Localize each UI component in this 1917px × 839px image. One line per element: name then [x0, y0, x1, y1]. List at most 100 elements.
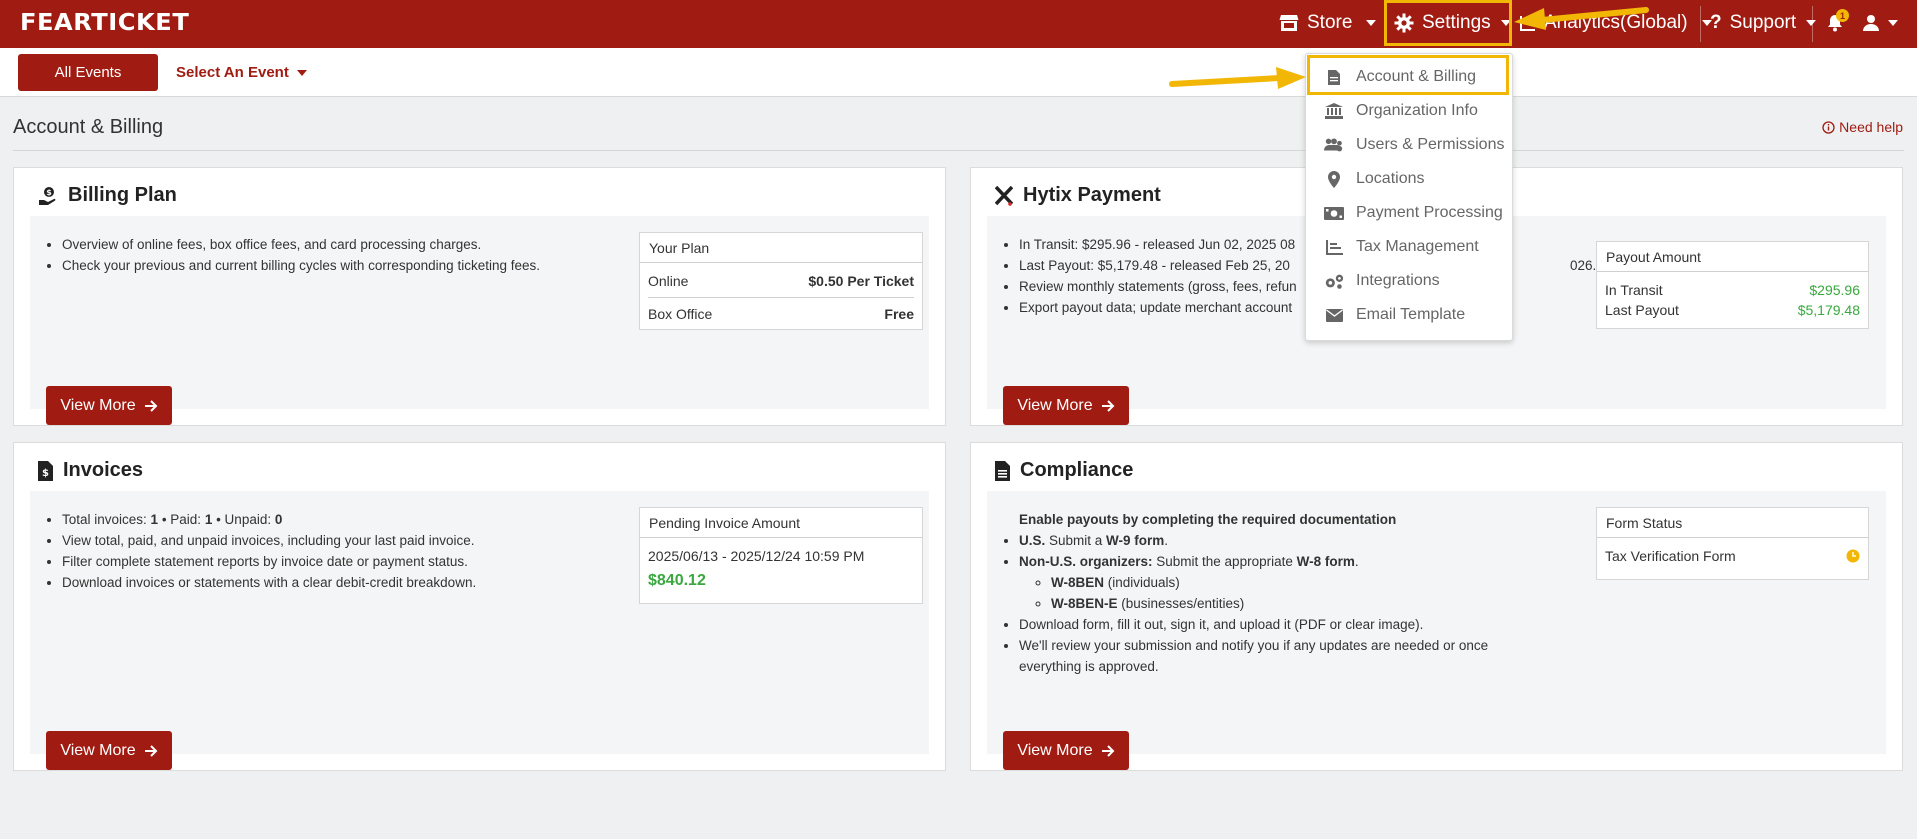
need-help-label: Need help: [1839, 119, 1903, 135]
text: W-8 form: [1296, 554, 1355, 569]
invoices-header: $ Invoices: [38, 459, 143, 482]
list-item: W-8BEN (individuals): [1051, 572, 1523, 593]
arrow-right-icon: [144, 399, 158, 412]
payout-amount-title: Payout Amount: [1597, 242, 1868, 272]
unpaid-count: 0: [274, 512, 283, 527]
box-office-value: Free: [884, 306, 914, 322]
text: U.S.: [1019, 533, 1046, 548]
hytix-view-more-button[interactable]: View More: [1003, 386, 1129, 425]
select-event-dropdown[interactable]: Select An Event: [176, 54, 307, 91]
select-event-label: Select An Event: [176, 64, 289, 81]
list-item: W-8BEN-E (businesses/entities): [1051, 593, 1523, 614]
list-item: Filter complete statement reports by inv…: [62, 551, 476, 572]
text: Submit the appropriate: [1152, 554, 1297, 569]
hytix-payment-header: Hytix Payment: [995, 184, 1161, 207]
invoice-date-range: 2025/06/13 - 2025/12/24 10:59 PM: [648, 548, 865, 564]
clock-icon: [1846, 549, 1860, 563]
row-divider: [648, 297, 914, 298]
need-help-link[interactable]: Need help: [1822, 119, 1903, 135]
store-label: Store: [1307, 12, 1353, 33]
title-divider: [13, 150, 1904, 151]
page-title: Account & Billing: [13, 116, 164, 138]
invoices-bullets: Total invoices: 1 • Paid: 1 • Unpaid: 0 …: [46, 509, 476, 593]
menu-item-tax-management[interactable]: Tax Management: [1324, 235, 1479, 259]
nav-divider: [1700, 6, 1701, 42]
compliance-body: Enable payouts by completing the require…: [987, 491, 1886, 770]
text: Submit a: [1045, 533, 1107, 548]
compliance-bullets: Enable payouts by completing the require…: [1003, 509, 1523, 677]
hytix-logo-icon: [995, 185, 1013, 206]
compliance-title: Compliance: [1020, 459, 1134, 481]
text: Enable payouts by completing the require…: [1019, 512, 1397, 527]
chevron-down-icon: [1366, 20, 1377, 26]
list-item: In Transit: $295.96 - released Jun 02, 2…: [1019, 234, 1297, 255]
list-item-tail: 026.: [1570, 258, 1597, 273]
svg-text:$: $: [46, 188, 52, 197]
text: W-8BEN: [1051, 575, 1104, 590]
menu-item-locations[interactable]: Locations: [1324, 167, 1425, 191]
support-menu[interactable]: ? Support: [1710, 0, 1817, 46]
payout-row-last-payout: Last Payout $5,179.48: [1597, 298, 1868, 318]
list-item: Total invoices: 1 • Paid: 1 • Unpaid: 0: [62, 509, 476, 530]
menu-item-users-permissions[interactable]: Users & Permissions: [1324, 133, 1504, 157]
arrow-right-icon: [144, 744, 158, 757]
sub-list: W-8BEN (individuals) W-8BEN-E (businesse…: [1035, 572, 1523, 614]
pending-invoice-title: Pending Invoice Amount: [640, 508, 922, 538]
your-plan-box: Your Plan Online $0.50 Per Ticket Box Of…: [639, 232, 923, 330]
tax-form-label: Tax Verification Form: [1605, 548, 1736, 564]
menu-item-label: Payment Processing: [1356, 204, 1503, 221]
menu-item-label: Email Template: [1356, 306, 1466, 323]
brand-logo[interactable]: FEARTICKET: [20, 10, 189, 36]
menu-item-organization-info[interactable]: Organization Info: [1324, 99, 1478, 123]
list-item: Last Payout: $5,179.48 - released Feb 25…: [1019, 255, 1596, 276]
invoice-icon: $: [38, 460, 53, 481]
menu-item-label: Integrations: [1356, 272, 1440, 289]
all-events-button[interactable]: All Events: [18, 54, 158, 91]
invoices-body: Total invoices: 1 • Paid: 1 • Unpaid: 0 …: [30, 491, 929, 770]
hand-dollar-icon: $: [38, 186, 58, 206]
event-toolbar: All Events Select An Event: [0, 48, 1917, 97]
plan-row-online: Online $0.50 Per Ticket: [640, 263, 922, 289]
money-icon: [1324, 206, 1344, 220]
menu-item-integrations[interactable]: Integrations: [1324, 269, 1440, 293]
invoices-view-more-button[interactable]: View More: [46, 731, 172, 770]
billing-view-more-button[interactable]: View More: [46, 386, 172, 425]
list-item: View total, paid, and unpaid invoices, i…: [62, 530, 476, 551]
billing-plan-card: $ Billing Plan Overview of online fees, …: [13, 167, 946, 426]
text: Non-U.S. organizers:: [1019, 554, 1153, 569]
store-menu[interactable]: Store: [1279, 0, 1377, 46]
list-item: Check your previous and current billing …: [62, 255, 540, 276]
payout-amount-box: Payout Amount In Transit $295.96 Last Pa…: [1596, 241, 1869, 329]
menu-item-payment-processing[interactable]: Payment Processing: [1324, 201, 1503, 225]
list-item: Download invoices or statements with a c…: [62, 572, 476, 593]
compliance-view-more-button[interactable]: View More: [1003, 731, 1129, 770]
online-label: Online: [648, 273, 689, 289]
view-more-label: View More: [60, 741, 136, 759]
payout-row-in-transit: In Transit $295.96: [1597, 272, 1868, 298]
info-icon: [1822, 120, 1835, 134]
invoices-card: $ Invoices Total invoices: 1 • Paid: 1 •…: [13, 442, 946, 771]
document-icon: [995, 460, 1010, 481]
billing-plan-header: $ Billing Plan: [38, 184, 177, 207]
nav-divider: [1812, 6, 1813, 42]
list-item: Overview of online fees, box office fees…: [62, 234, 540, 255]
arrow-right-icon: [1101, 399, 1115, 412]
view-more-label: View More: [1017, 741, 1093, 759]
hytix-payment-bullets: In Transit: $295.96 - released Jun 02, 2…: [1003, 234, 1596, 318]
annotation-arrow-icon: [1169, 67, 1306, 89]
user-icon: [1862, 14, 1880, 32]
list-item: U.S. Submit a W-9 form.: [1019, 530, 1523, 551]
user-menu[interactable]: [1862, 0, 1898, 46]
list-item: Download form, fill it out, sign it, and…: [1019, 614, 1523, 635]
billing-plan-body: Overview of online fees, box office fees…: [30, 216, 929, 425]
billing-plan-bullets: Overview of online fees, box office fees…: [46, 234, 540, 276]
invoices-title: Invoices: [63, 459, 144, 481]
notification-badge: 1: [1836, 9, 1849, 22]
pending-invoice-box: Pending Invoice Amount 2025/06/13 - 2025…: [639, 507, 923, 604]
notifications-button[interactable]: [1826, 0, 1844, 46]
billing-plan-title: Billing Plan: [68, 184, 177, 206]
svg-text:$: $: [42, 468, 49, 479]
menu-item-label: Tax Management: [1356, 238, 1479, 255]
menu-item-label: Locations: [1356, 170, 1425, 187]
menu-item-email-template[interactable]: Email Template: [1324, 303, 1465, 327]
